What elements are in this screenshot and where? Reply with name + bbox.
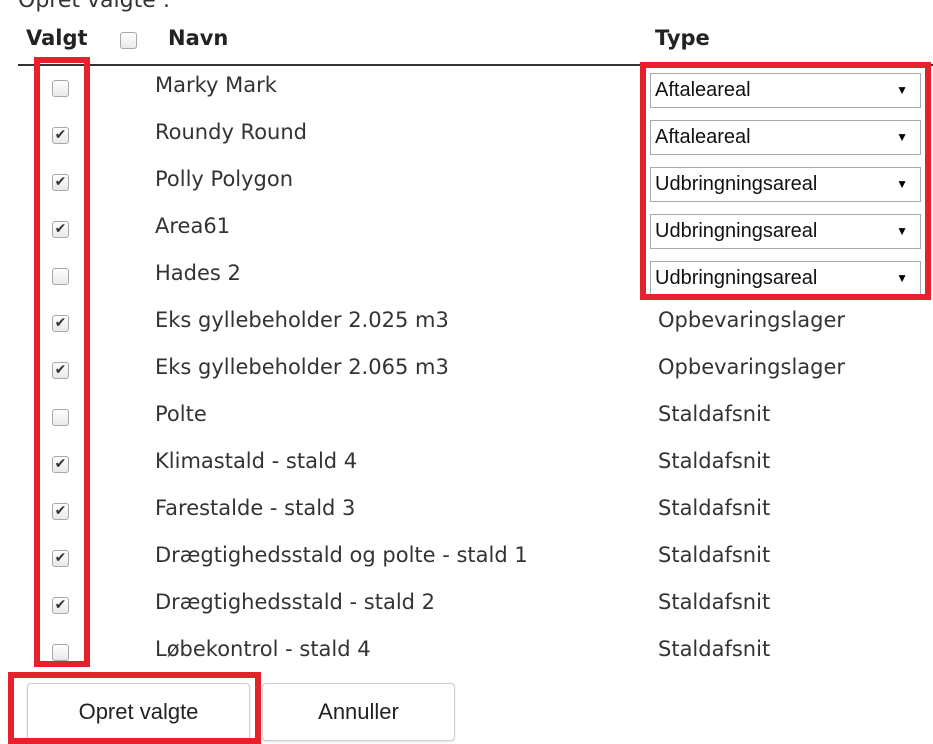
row-name: Klimastald - stald 4: [155, 449, 358, 473]
row-name: Roundy Round: [155, 120, 307, 144]
row-type: Staldafsnit: [658, 590, 771, 614]
navn-column-header: Navn: [168, 26, 229, 50]
row-name: Farestalde - stald 3: [155, 496, 356, 520]
row-select-checkbox[interactable]: ✔: [52, 456, 69, 473]
row-name: Marky Mark: [155, 73, 277, 97]
row-select-checkbox[interactable]: ✔: [52, 127, 69, 144]
type-select-value: Udbringningsareal: [655, 220, 818, 242]
row-select-checkbox[interactable]: ✔: [52, 597, 69, 614]
dropdown-arrow-icon: ▼: [896, 177, 908, 191]
row-name: Area61: [155, 214, 231, 238]
type-select[interactable]: Udbringningsareal ▼: [650, 167, 921, 202]
type-select[interactable]: Aftaleareal ▼: [650, 73, 921, 108]
cancel-button[interactable]: Annuller: [262, 683, 455, 741]
row-name: Drægtighedsstald - stald 2: [155, 590, 436, 614]
table-row: ✔ Polly Polygon Udbringningsareal ▼: [0, 159, 933, 206]
row-select-checkbox[interactable]: ✔: [52, 315, 69, 332]
row-select-checkbox[interactable]: ✔: [52, 362, 69, 379]
type-select-value: Udbringningsareal: [655, 173, 818, 195]
table-row: Løbekontrol - stald 4 Staldafsnit: [0, 629, 933, 676]
select-all-checkbox[interactable]: [120, 32, 137, 49]
row-type: Staldafsnit: [658, 449, 771, 473]
row-name: Løbekontrol - stald 4: [155, 637, 371, 661]
table-header: Valgt Navn Type: [18, 18, 933, 66]
row-type: Opbevaringslager: [658, 355, 846, 379]
row-type: Staldafsnit: [658, 496, 771, 520]
row-select-checkbox[interactable]: ✔: [52, 174, 69, 191]
table-row: ✔ Farestalde - stald 3 Staldafsnit: [0, 488, 933, 535]
row-type: Staldafsnit: [658, 543, 771, 567]
type-select-value: Aftaleareal: [655, 79, 751, 101]
row-select-checkbox[interactable]: ✔: [52, 503, 69, 520]
dropdown-arrow-icon: ▼: [896, 83, 908, 97]
dropdown-arrow-icon: ▼: [896, 224, 908, 238]
table-row: Marky Mark Aftaleareal ▼: [0, 65, 933, 112]
dialog-caption: Opret valgte :: [18, 0, 171, 13]
row-type: Staldafsnit: [658, 402, 771, 426]
table-row: Polte Staldafsnit: [0, 394, 933, 441]
table-row: ✔ Drægtighedsstald - stald 2 Staldafsnit: [0, 582, 933, 629]
table-row: ✔ Klimastald - stald 4 Staldafsnit: [0, 441, 933, 488]
type-select-value: Udbringningsareal: [655, 267, 818, 289]
row-select-checkbox[interactable]: [52, 268, 69, 285]
row-name: Polly Polygon: [155, 167, 294, 191]
row-name: Eks gyllebeholder 2.025 m3: [155, 308, 449, 332]
table-row: ✔ Eks gyllebeholder 2.025 m3 Opbevaringsla…: [0, 300, 933, 347]
dropdown-arrow-icon: ▼: [896, 271, 908, 285]
table-row: Hades 2 Udbringningsareal ▼: [0, 253, 933, 300]
valgt-column-header: Valgt: [26, 26, 88, 50]
row-select-checkbox[interactable]: [52, 644, 69, 661]
row-select-checkbox[interactable]: [52, 80, 69, 97]
row-name: Eks gyllebeholder 2.065 m3: [155, 355, 449, 379]
type-column-header: Type: [655, 26, 710, 50]
table-row: ✔ Roundy Round Aftaleareal ▼: [0, 112, 933, 159]
type-select-value: Aftaleareal: [655, 126, 751, 148]
table-row: ✔ Eks gyllebeholder 2.065 m3 Opbevaringsla…: [0, 347, 933, 394]
type-select[interactable]: Aftaleareal ▼: [650, 120, 921, 155]
row-select-checkbox[interactable]: ✔: [52, 221, 69, 238]
type-select[interactable]: Udbringningsareal ▼: [650, 261, 921, 296]
row-type: Opbevaringslager: [658, 308, 846, 332]
row-type: Staldafsnit: [658, 637, 771, 661]
row-name: Polte: [155, 402, 207, 426]
create-selected-button[interactable]: Opret valgte: [27, 683, 250, 741]
row-name: Drægtighedsstald og polte - stald 1: [155, 543, 528, 567]
dropdown-arrow-icon: ▼: [896, 130, 908, 144]
row-select-checkbox[interactable]: [52, 409, 69, 426]
table-row: ✔ Drægtighedsstald og polte - stald 1 Stal…: [0, 535, 933, 582]
row-select-checkbox[interactable]: ✔: [52, 550, 69, 567]
type-select[interactable]: Udbringningsareal ▼: [650, 214, 921, 249]
row-name: Hades 2: [155, 261, 241, 285]
table-row: ✔ Area61 Udbringningsareal ▼: [0, 206, 933, 253]
